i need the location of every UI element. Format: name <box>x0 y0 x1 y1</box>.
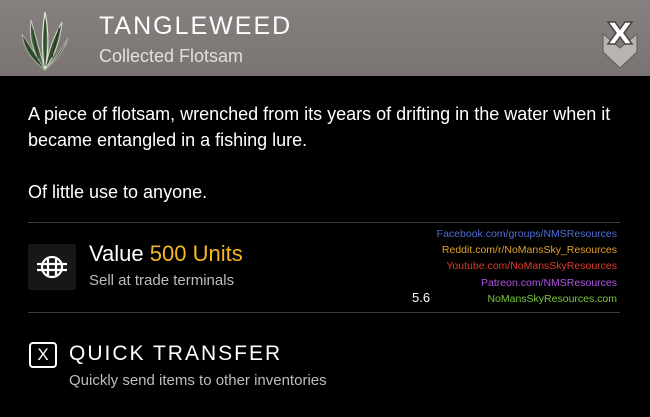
item-header: TANGLEWEED Collected Flotsam <box>0 0 650 76</box>
value-line: Value 500 Units <box>89 241 243 267</box>
value-hint: Sell at trade terminals <box>89 272 235 289</box>
watermark-link-patreon: Patreon.com/NMSResources <box>481 276 617 289</box>
divider <box>28 312 620 313</box>
value-amount: 500 Units <box>149 241 243 266</box>
divider <box>28 222 620 223</box>
quick-transfer-button[interactable]: QUICK TRANSFER <box>69 342 282 366</box>
quick-transfer-key[interactable]: X <box>29 342 57 368</box>
watermark-link-facebook: Facebook.com/groups/NMSResources <box>436 228 617 240</box>
version-number: 5.6 <box>412 290 431 305</box>
watermark-links: Facebook.com/groups/NMSResources Reddit.… <box>437 226 617 307</box>
item-description: A piece of flotsam, wrenched from its ye… <box>28 101 628 205</box>
close-x-icon <box>602 21 638 69</box>
watermark-link-website: NoMansSkyResources.com <box>487 292 617 305</box>
value-label: Value <box>89 241 144 266</box>
item-title: TANGLEWEED <box>99 12 293 40</box>
quick-transfer-hint: Quickly send items to other inventories <box>69 372 327 389</box>
item-category: Collected Flotsam <box>99 46 244 66</box>
units-currency-icon <box>28 244 76 290</box>
close-button[interactable] <box>600 16 640 70</box>
description-paragraph: Of little use to anyone. <box>28 182 208 202</box>
watermark-link-youtube: Youtube.com/NoMansSkyResources <box>446 260 617 273</box>
description-paragraph: A piece of flotsam, wrenched from its ye… <box>28 104 611 150</box>
watermark-link-reddit: Reddit.com/r/NoMansSky_Resources <box>441 244 617 257</box>
tangleweed-icon <box>18 8 72 74</box>
